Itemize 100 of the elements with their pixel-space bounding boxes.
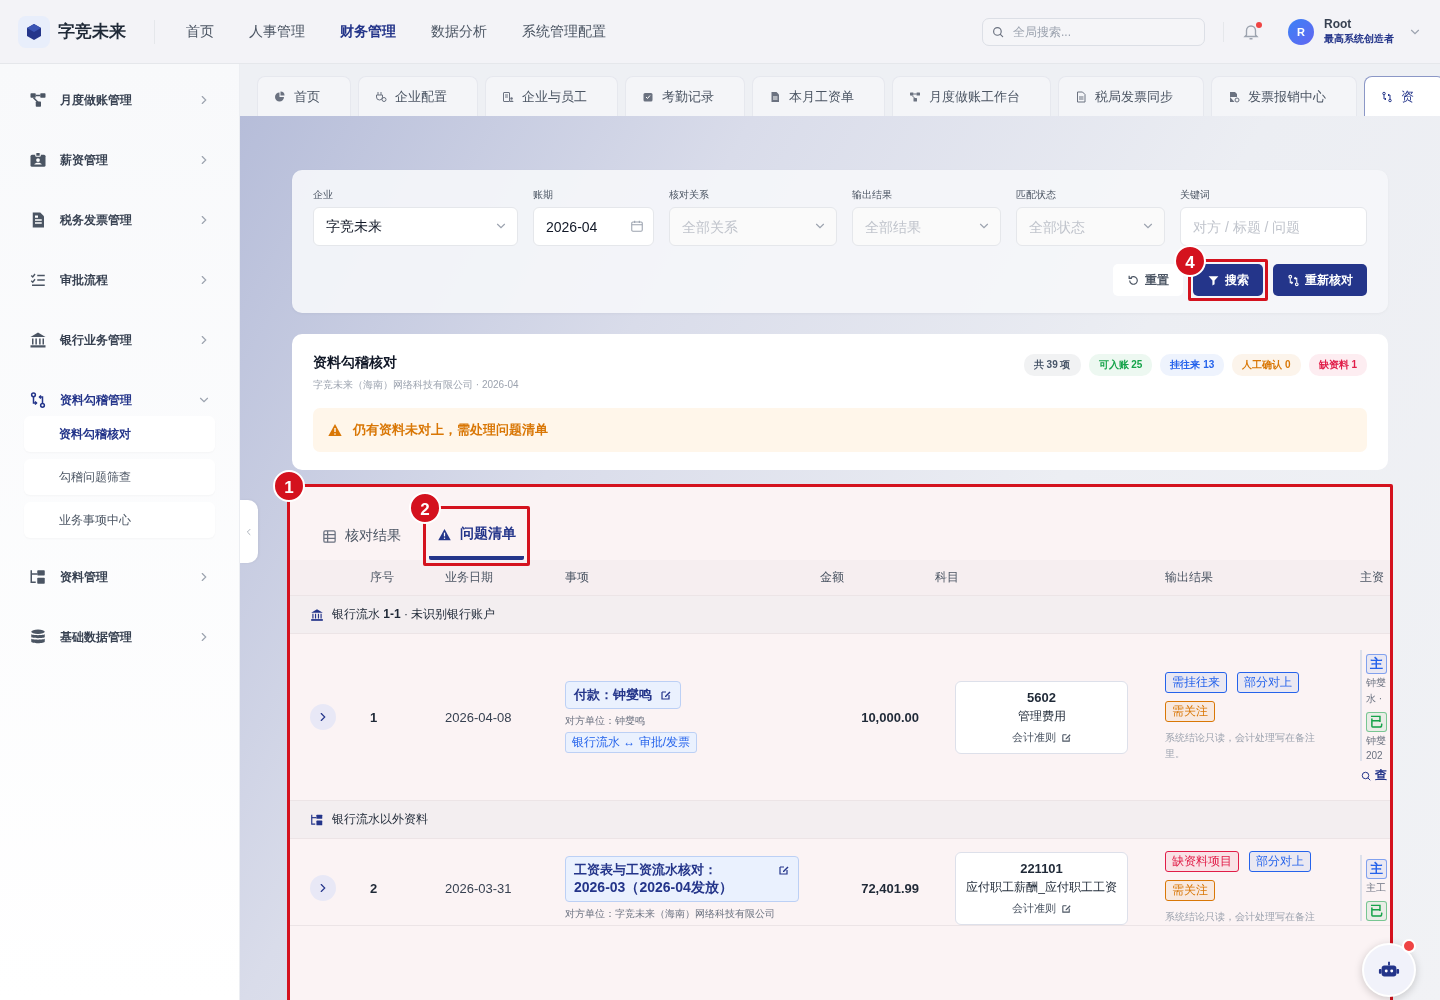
sync-icon: [1287, 273, 1300, 287]
result-tag: 缺资料项目: [1165, 851, 1239, 872]
collapse-handle[interactable]: [240, 500, 258, 563]
nav-link[interactable]: 人事管理: [249, 22, 305, 41]
notification-dot: [1402, 939, 1416, 953]
primary-button[interactable]: 重新核对: [1273, 264, 1367, 296]
item-title-chip[interactable]: 付款：钟燮鸣: [565, 680, 681, 709]
group-title: 银行流水以外资料: [332, 811, 428, 828]
date-cell-text: 2026-04-08: [445, 709, 513, 725]
column-header: 业务日期: [445, 569, 494, 586]
tab-icon: [1228, 90, 1240, 103]
search-field[interactable]: 全局搜索...: [982, 17, 1205, 46]
result-tag: 需关注: [1165, 701, 1215, 722]
page-tab[interactable]: 企业与员工: [485, 76, 618, 116]
submenu-item[interactable]: 资料勾稽核对: [24, 416, 215, 452]
page-tab[interactable]: 资: [1364, 76, 1440, 116]
rule-text: 会计准则: [1011, 900, 1056, 916]
folder-tree-icon: [310, 812, 324, 827]
page-tab[interactable]: 企业配置: [358, 76, 478, 116]
bank-icon: [310, 607, 324, 622]
material-text: 主工: [1366, 881, 1387, 895]
tab-icon: [1381, 90, 1393, 103]
menu-icon: [29, 391, 47, 409]
view-link[interactable]: 查: [1360, 767, 1388, 784]
sidebar-item[interactable]: 基础数据管理: [0, 607, 239, 667]
material-text: 钟燮: [1366, 676, 1387, 690]
reset-button[interactable]: 重置: [1113, 264, 1183, 296]
nav-link[interactable]: 系统管理配置: [522, 22, 606, 41]
annotation-badge: 1: [273, 470, 305, 502]
material-text: 水 ·: [1366, 692, 1384, 706]
tab-icon: [274, 90, 286, 103]
tab-icon: [642, 90, 654, 103]
menu-icon: [29, 271, 47, 289]
page-tab[interactable]: 税局发票同步: [1058, 76, 1204, 116]
expand-button[interactable]: [310, 704, 336, 730]
sidebar-item[interactable]: 薪资管理: [0, 130, 239, 190]
tab-icon: [909, 90, 921, 103]
item-title-chip[interactable]: 工资表与工资流水核对：2026-03（2026-04发放）: [565, 855, 799, 902]
field-label: 关键词: [1180, 188, 1211, 202]
field-label: 企业: [313, 188, 334, 202]
annotation-badge: 4: [1174, 245, 1206, 277]
menu-icon: [29, 628, 47, 646]
sidebar-item[interactable]: 月度做账管理: [0, 70, 239, 130]
tab-icon: [1075, 90, 1087, 103]
sidebar-item[interactable]: 税务发票管理: [0, 190, 239, 250]
sidebar-item[interactable]: 资料管理: [0, 547, 239, 607]
sidebar-item[interactable]: 银行业务管理: [0, 310, 239, 370]
group-title: 银行流水 1-1 · 未识别银行账户: [332, 606, 496, 623]
amount-cell-text: 10,000.00: [860, 709, 920, 725]
menu-icon: [29, 151, 47, 169]
bell-icon[interactable]: [1242, 22, 1260, 41]
menu-icon: [29, 331, 47, 349]
page-tab[interactable]: 本月工资单: [752, 76, 885, 116]
result-tag: 需关注: [1165, 880, 1215, 901]
page-tab[interactable]: 首页: [257, 76, 351, 116]
panel-tab[interactable]: 核对结果: [314, 512, 409, 560]
edit-icon: [660, 688, 672, 701]
user-avatar[interactable]: R: [1288, 18, 1314, 45]
select-field[interactable]: 全部关系: [669, 207, 837, 246]
row-number: 2: [370, 880, 379, 896]
table-icon: [322, 528, 337, 544]
tab-icon: [375, 90, 387, 103]
sidebar-item[interactable]: 审批流程: [0, 250, 239, 310]
card-subtitle: 字竞未来（海南）网络科技有限公司 · 2026-04: [313, 378, 519, 392]
submenu-item[interactable]: 勾稽问题筛查: [24, 459, 215, 495]
submenu-item[interactable]: 业务事项中心: [24, 502, 215, 538]
user-name: Root: [1324, 17, 1353, 31]
note-text: 系统结论只读，会计处理写在备注里。: [1165, 731, 1316, 761]
menu-icon: [29, 91, 47, 109]
card-title: 资料勾稽核对: [313, 354, 398, 372]
page-tab[interactable]: 月度做账工作台: [892, 76, 1051, 116]
field-label: 匹配状态: [1016, 188, 1057, 202]
count-badge: 共 39 项: [1023, 354, 1081, 376]
amount-cell-text: 72,401.99: [860, 880, 920, 896]
nav-link[interactable]: 首页: [186, 22, 214, 41]
rule-text: 会计准则: [1011, 729, 1056, 745]
calendar-icon: [630, 219, 644, 233]
search-icon: [991, 24, 1005, 39]
input-field[interactable]: 对方 / 标题 / 问题: [1180, 207, 1367, 246]
warning-icon: [327, 422, 343, 438]
account-name: 管理费用: [1016, 707, 1067, 725]
column-header: 事项: [565, 569, 590, 586]
count-badge: 缺资料 1: [1308, 354, 1367, 376]
result-tag: 部分对上: [1249, 851, 1311, 872]
filter-icon: [1207, 273, 1220, 287]
select-field[interactable]: 字竞未来: [313, 207, 518, 246]
nav-link[interactable]: 数据分析: [431, 22, 487, 41]
nav-link[interactable]: 财务管理: [340, 22, 396, 41]
expand-button[interactable]: [310, 875, 336, 901]
material-text: 202: [1366, 750, 1384, 761]
page-tab[interactable]: 考勤记录: [625, 76, 745, 116]
select-field[interactable]: 全部结果: [852, 207, 1001, 246]
tab-icon: [769, 90, 781, 103]
material-tag: 已: [1366, 901, 1387, 921]
menu-icon: [29, 568, 47, 586]
edit-icon: [1060, 731, 1072, 743]
result-tag: 需挂往来: [1165, 672, 1227, 693]
page-tab[interactable]: 发票报销中心: [1211, 76, 1357, 116]
column-header: 序号: [370, 569, 395, 586]
input-field[interactable]: 2026-04: [533, 207, 654, 246]
